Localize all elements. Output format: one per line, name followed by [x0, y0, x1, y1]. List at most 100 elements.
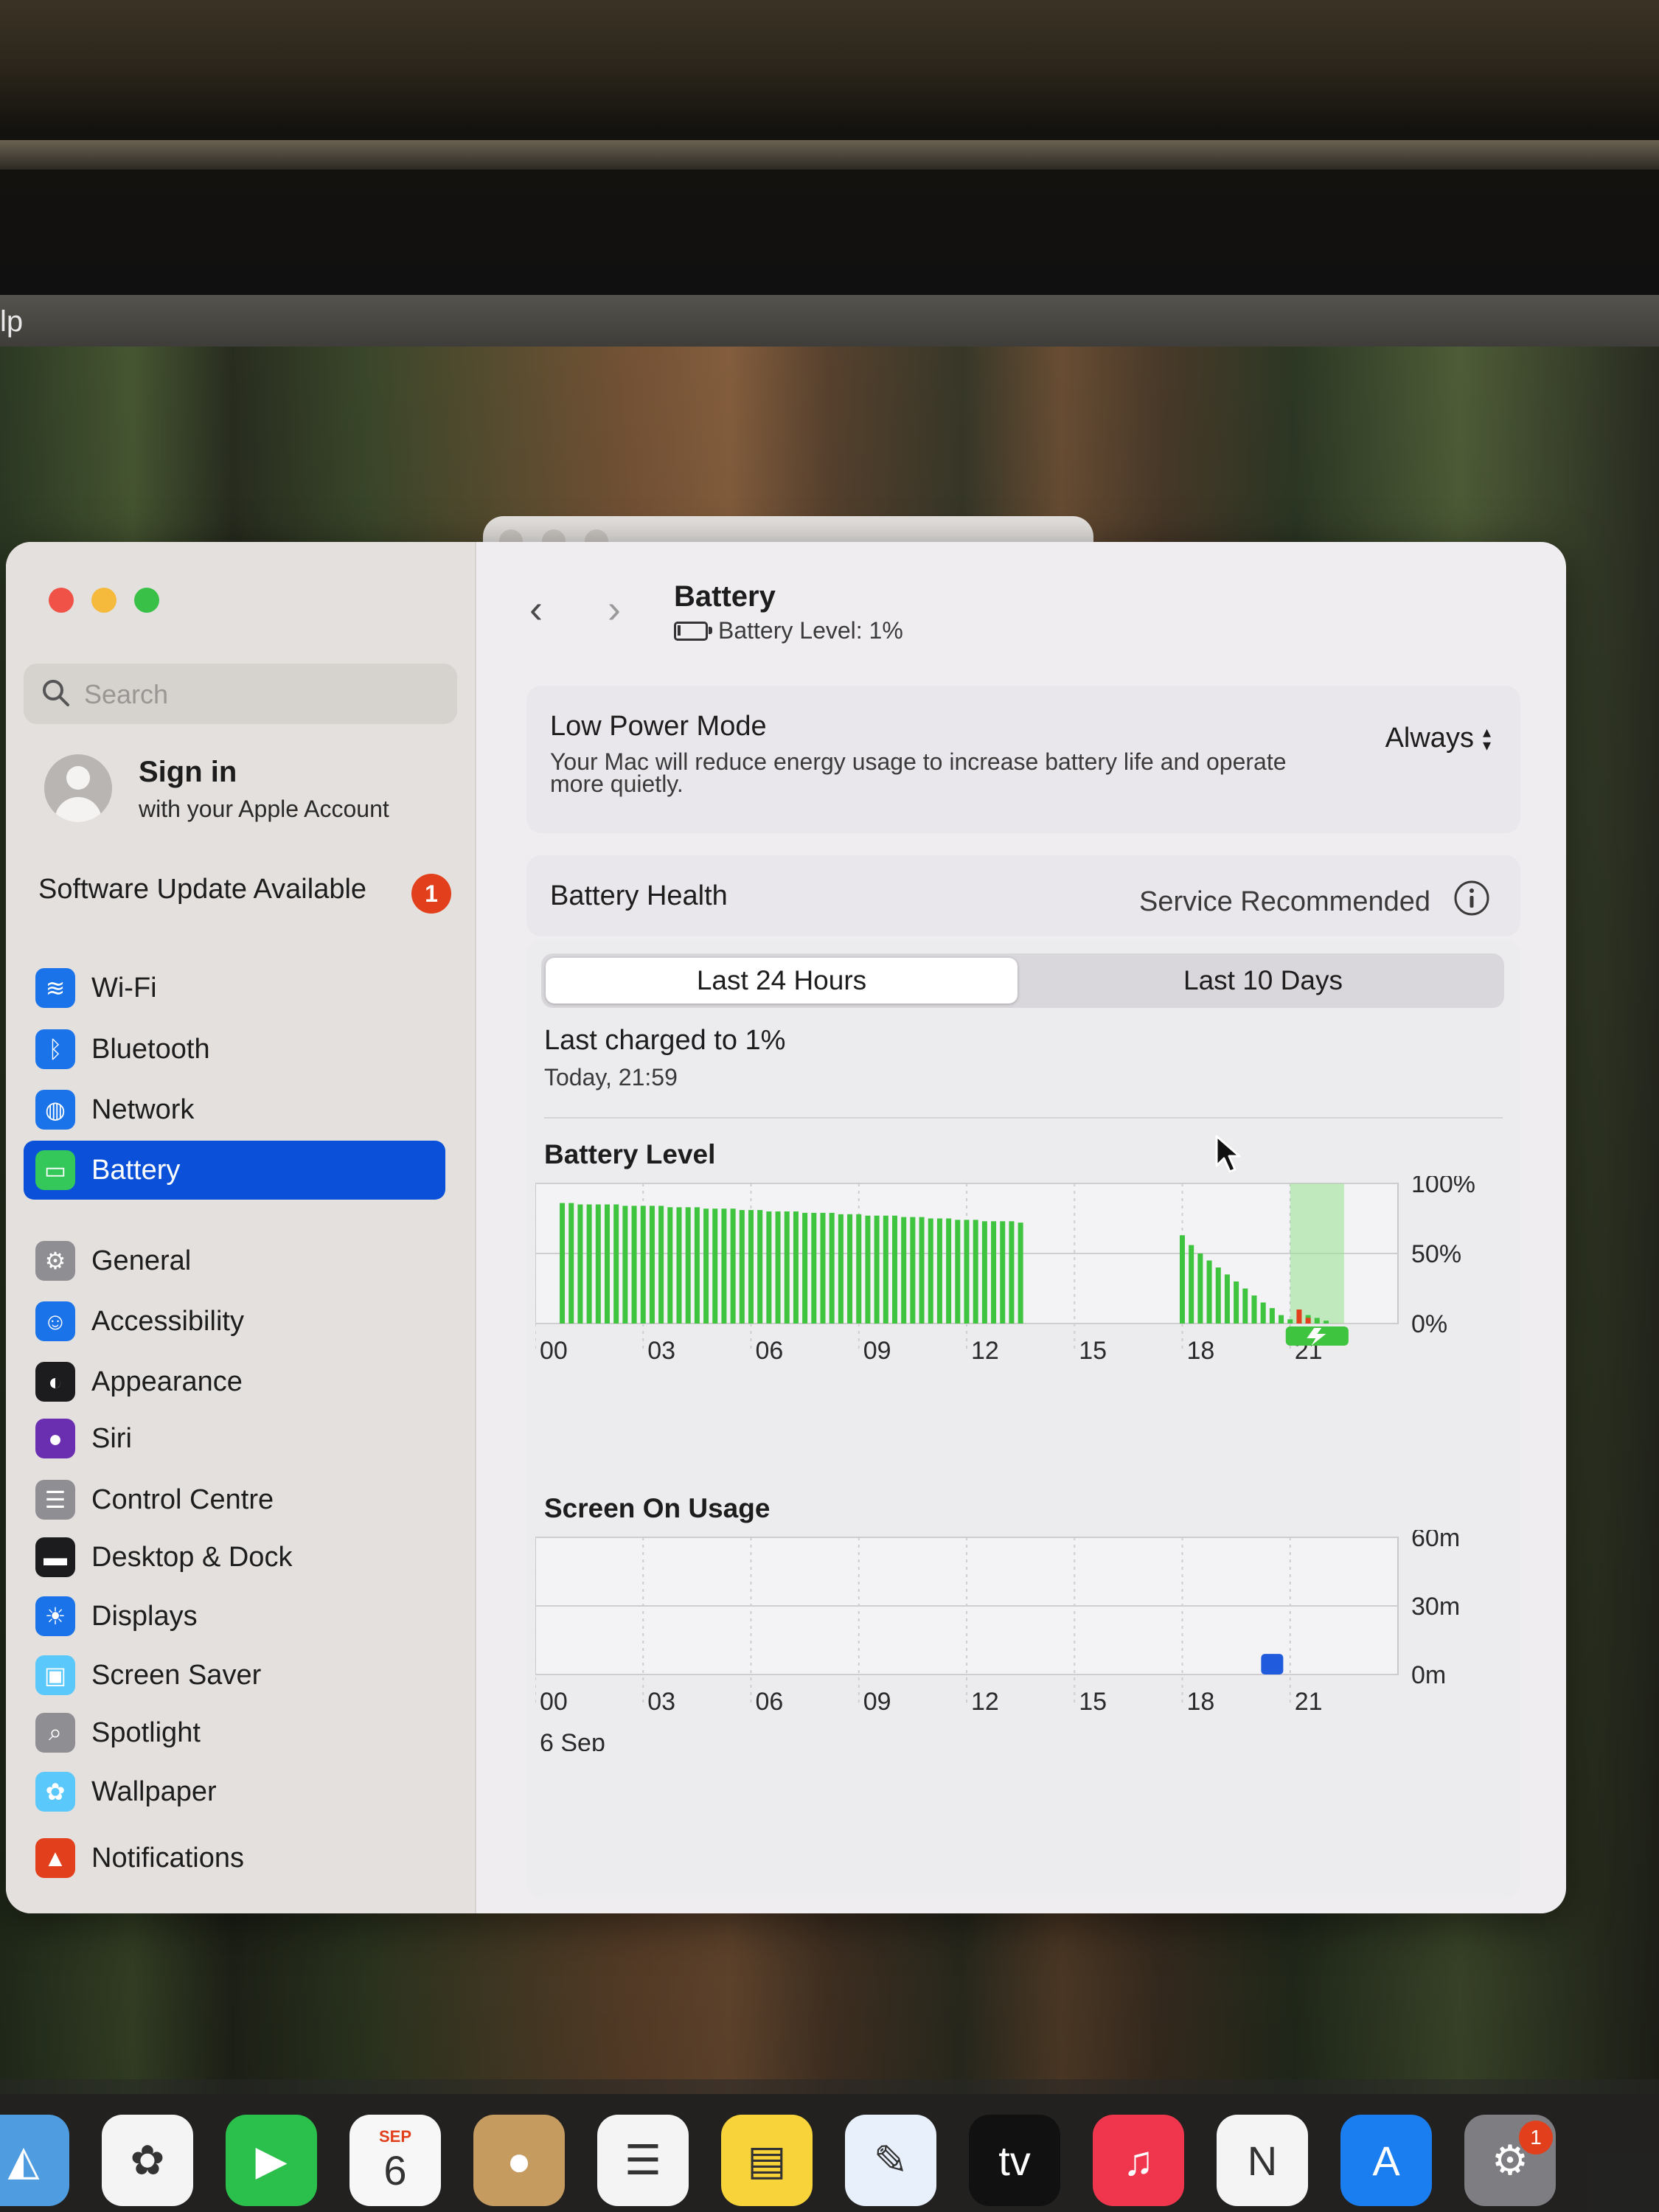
sidebar-item-bluetooth[interactable]: ᛒ Bluetooth: [24, 1020, 445, 1079]
search-field[interactable]: [24, 664, 457, 724]
sidebar-item-notifications[interactable]: ▲ Notifications: [24, 1829, 445, 1888]
x-tick-label: 15: [1079, 1337, 1107, 1365]
dock-glyph: ◭: [7, 2137, 40, 2183]
chart-bar: [811, 1212, 817, 1324]
sidebar-item-label: Siri: [91, 1422, 132, 1454]
sign-in-title: Sign in: [139, 756, 237, 788]
chart-bar: [1287, 1319, 1293, 1324]
chart-bar: [784, 1211, 790, 1324]
chart-bar: [694, 1207, 700, 1324]
tab-last-24-hours[interactable]: Last 24 Hours: [546, 958, 1018, 1004]
sidebar-item-spotlight[interactable]: ⌕ Spotlight: [24, 1703, 445, 1762]
zoom-button[interactable]: [134, 588, 159, 613]
facetime-icon[interactable]: ▶: [226, 2115, 317, 2206]
sidebar-item-displays[interactable]: ☀ Displays: [24, 1587, 445, 1646]
chart-bar: [739, 1210, 745, 1324]
chart-bar: [1324, 1321, 1329, 1324]
sidebar-item-appearance[interactable]: ◐ Appearance: [24, 1352, 445, 1411]
freeform-icon[interactable]: ✎: [845, 2115, 936, 2206]
apple-tv-icon[interactable]: tv: [969, 2115, 1060, 2206]
low-power-mode-select[interactable]: Always ▴ ▾: [1385, 723, 1491, 754]
chart-bar: [981, 1221, 987, 1324]
battery-health-status[interactable]: Service Recommended: [1139, 879, 1491, 925]
search-input[interactable]: [83, 672, 439, 717]
chart-bar: [685, 1207, 691, 1324]
sidebar-item-wallpaper[interactable]: ✿ Wallpaper: [24, 1762, 445, 1821]
sidebar-item-label: Screen Saver: [91, 1659, 262, 1691]
avatar: [44, 754, 112, 822]
chart-bar: [1000, 1221, 1006, 1324]
chart-bar: [1215, 1267, 1221, 1324]
chart-bar: [640, 1206, 646, 1324]
low-power-mode-description: Your Mac will reduce energy usage to inc…: [550, 748, 1287, 797]
sidebar-item-general[interactable]: ⚙ General: [24, 1231, 445, 1290]
close-button[interactable]: [49, 588, 74, 613]
sidebar-item-siri[interactable]: ● Siri: [24, 1409, 445, 1468]
reminders-icon[interactable]: ☰: [597, 2115, 689, 2206]
news-icon[interactable]: N: [1217, 2115, 1308, 2206]
battery-level-status: Battery Level: 1%: [674, 617, 903, 644]
app-store-icon[interactable]: A: [1340, 2115, 1432, 2206]
system-settings-badge: 1: [1519, 2121, 1553, 2154]
charging-window-highlight: [1290, 1183, 1344, 1324]
x-tick-label: 18: [1187, 1337, 1215, 1365]
sidebar-item-network[interactable]: ◍ Network: [24, 1080, 445, 1139]
chart-bar: [1261, 1654, 1284, 1674]
sidebar-item-label: Desktop & Dock: [91, 1541, 293, 1573]
notifications-icon: ▲: [35, 1838, 75, 1878]
x-tick-label: 12: [971, 1337, 999, 1365]
accessibility-icon: ☺: [35, 1301, 75, 1341]
chart-bar: [883, 1215, 888, 1324]
battery-pane: ‹ › Battery Battery Level: 1% Low Power …: [476, 542, 1566, 1913]
apple-account-row[interactable]: Sign in with your Apple Account: [44, 750, 457, 838]
info-icon[interactable]: [1453, 879, 1491, 925]
sidebar-item-accessibility[interactable]: ☺ Accessibility: [24, 1292, 445, 1351]
divider: [544, 1117, 1503, 1119]
sidebar-item-battery[interactable]: ▭ Battery: [24, 1141, 445, 1200]
x-tick-label: 03: [647, 1688, 675, 1716]
last-charged-title: Last charged to 1%: [544, 1025, 786, 1056]
chart-bar: [910, 1217, 916, 1324]
screen-on-usage-chart-title: Screen On Usage: [544, 1493, 771, 1523]
software-update-label: Software Update Available: [38, 874, 367, 905]
x-tick-label: 00: [540, 1688, 568, 1716]
chart-bar: [793, 1211, 799, 1324]
tab-last-10-days[interactable]: Last 10 Days: [1026, 958, 1500, 1004]
chart-bar: [955, 1220, 961, 1324]
search-icon: [40, 677, 72, 713]
time-range-segmented-control: Last 24 Hours Last 10 Days: [541, 953, 1504, 1008]
sidebar-item-label: Wi-Fi: [91, 972, 157, 1004]
photos-icon[interactable]: ✿: [102, 2115, 193, 2206]
music-icon[interactable]: ♫: [1093, 2115, 1184, 2206]
battery-health-card: Battery Health Service Recommended: [526, 855, 1520, 936]
chart-bar: [1180, 1235, 1185, 1324]
chart-bar: [622, 1206, 628, 1324]
sidebar-item-control-centre[interactable]: ☰ Control Centre: [24, 1470, 445, 1529]
sidebar-item-label: General: [91, 1245, 192, 1276]
menu-bar-help-fragment[interactable]: lp: [0, 305, 23, 338]
chart-bar: [613, 1204, 619, 1324]
low-power-mode-title: Low Power Mode: [550, 711, 767, 742]
chart-bar: [730, 1208, 736, 1324]
mouse-cursor-icon: [1215, 1135, 1241, 1173]
contacts-icon[interactable]: ●: [473, 2115, 565, 2206]
sidebar-item-screen-saver[interactable]: ▣ Screen Saver: [24, 1646, 445, 1705]
chart-bar: [973, 1220, 978, 1324]
sidebar-item-desktop-dock[interactable]: ▬ Desktop & Dock: [24, 1528, 445, 1587]
sidebar-item-wi-fi[interactable]: ≋ Wi-Fi: [24, 959, 445, 1018]
chart-bar: [1242, 1288, 1248, 1324]
sidebar-item-label: Displays: [91, 1600, 198, 1632]
minimize-button[interactable]: [91, 588, 116, 613]
x-tick-label: 06: [756, 1337, 784, 1365]
software-update-row[interactable]: Software Update Available 1: [38, 874, 451, 918]
chart-bar: [649, 1206, 655, 1324]
forward-button[interactable]: ›: [608, 586, 621, 632]
back-button[interactable]: ‹: [529, 586, 543, 632]
wallpaper-icon: ✿: [35, 1772, 75, 1812]
chart-bar: [820, 1212, 826, 1324]
chart-bar: [1279, 1315, 1284, 1324]
notes-icon[interactable]: ▤: [721, 2115, 813, 2206]
calendar-icon[interactable]: SEP 6: [349, 2115, 441, 2206]
low-power-mode-value: Always: [1385, 723, 1474, 754]
maps-icon[interactable]: ◭: [0, 2115, 69, 2206]
